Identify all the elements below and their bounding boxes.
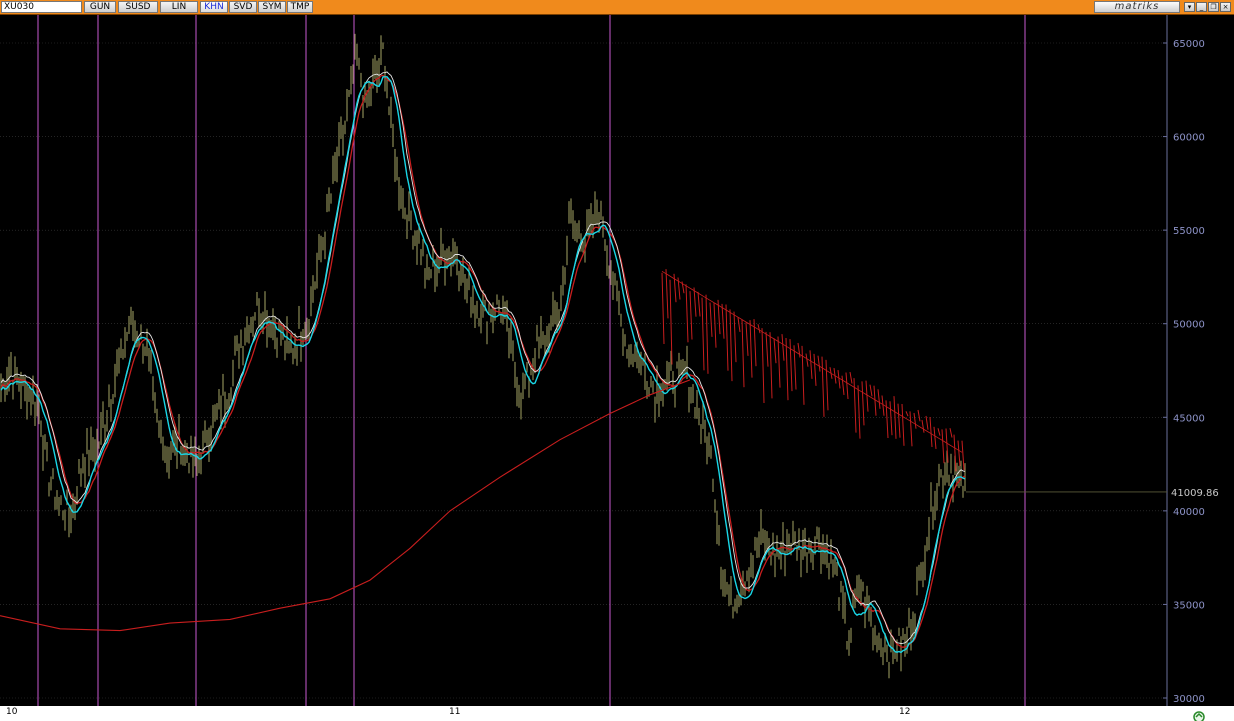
x-tick-label: 12 [899,707,911,717]
y-tick-label: 30000 [1173,694,1205,705]
x-tick-label: 11 [449,707,461,717]
sym-button[interactable]: SYM [258,1,286,13]
susd-button[interactable]: SUSD [118,1,158,13]
gun-button[interactable]: GUN [84,1,116,13]
price-chart[interactable]: 65000 60000 55000 50000 45000 40000 35000 30000… [0,15,1234,721]
y-tick-label: 65000 [1173,39,1205,50]
y-tick-label: 35000 [1173,600,1205,611]
tmp-button[interactable]: TMP [287,1,313,13]
chart-toolbar: XU030 GUN SUSD LIN KHN SVD SYM TMP matri… [0,0,1234,15]
close-icon[interactable]: × [1220,2,1231,12]
y-tick-label: 50000 [1173,320,1205,331]
svd-button[interactable]: SVD [229,1,257,13]
chevron-down-icon[interactable]: ▾ [1184,2,1195,12]
symbol-field[interactable]: XU030 [1,1,82,13]
y-tick-label: 40000 [1173,507,1205,518]
lin-button[interactable]: LIN [160,1,198,13]
restore-icon[interactable]: ❐ [1208,2,1219,12]
minimize-icon[interactable]: _ [1196,2,1207,12]
khn-button[interactable]: KHN [200,1,228,13]
y-tick-label: 55000 [1173,226,1205,237]
x-axis [0,706,1234,721]
y-tick-label: 45000 [1173,413,1205,424]
resize-grip-icon[interactable] [1192,709,1206,721]
last-price-label: 41009.86 [1171,488,1219,499]
brand-logo: matriks [1094,1,1180,13]
y-tick-label: 60000 [1173,133,1205,144]
x-tick-label: 10 [6,707,18,717]
